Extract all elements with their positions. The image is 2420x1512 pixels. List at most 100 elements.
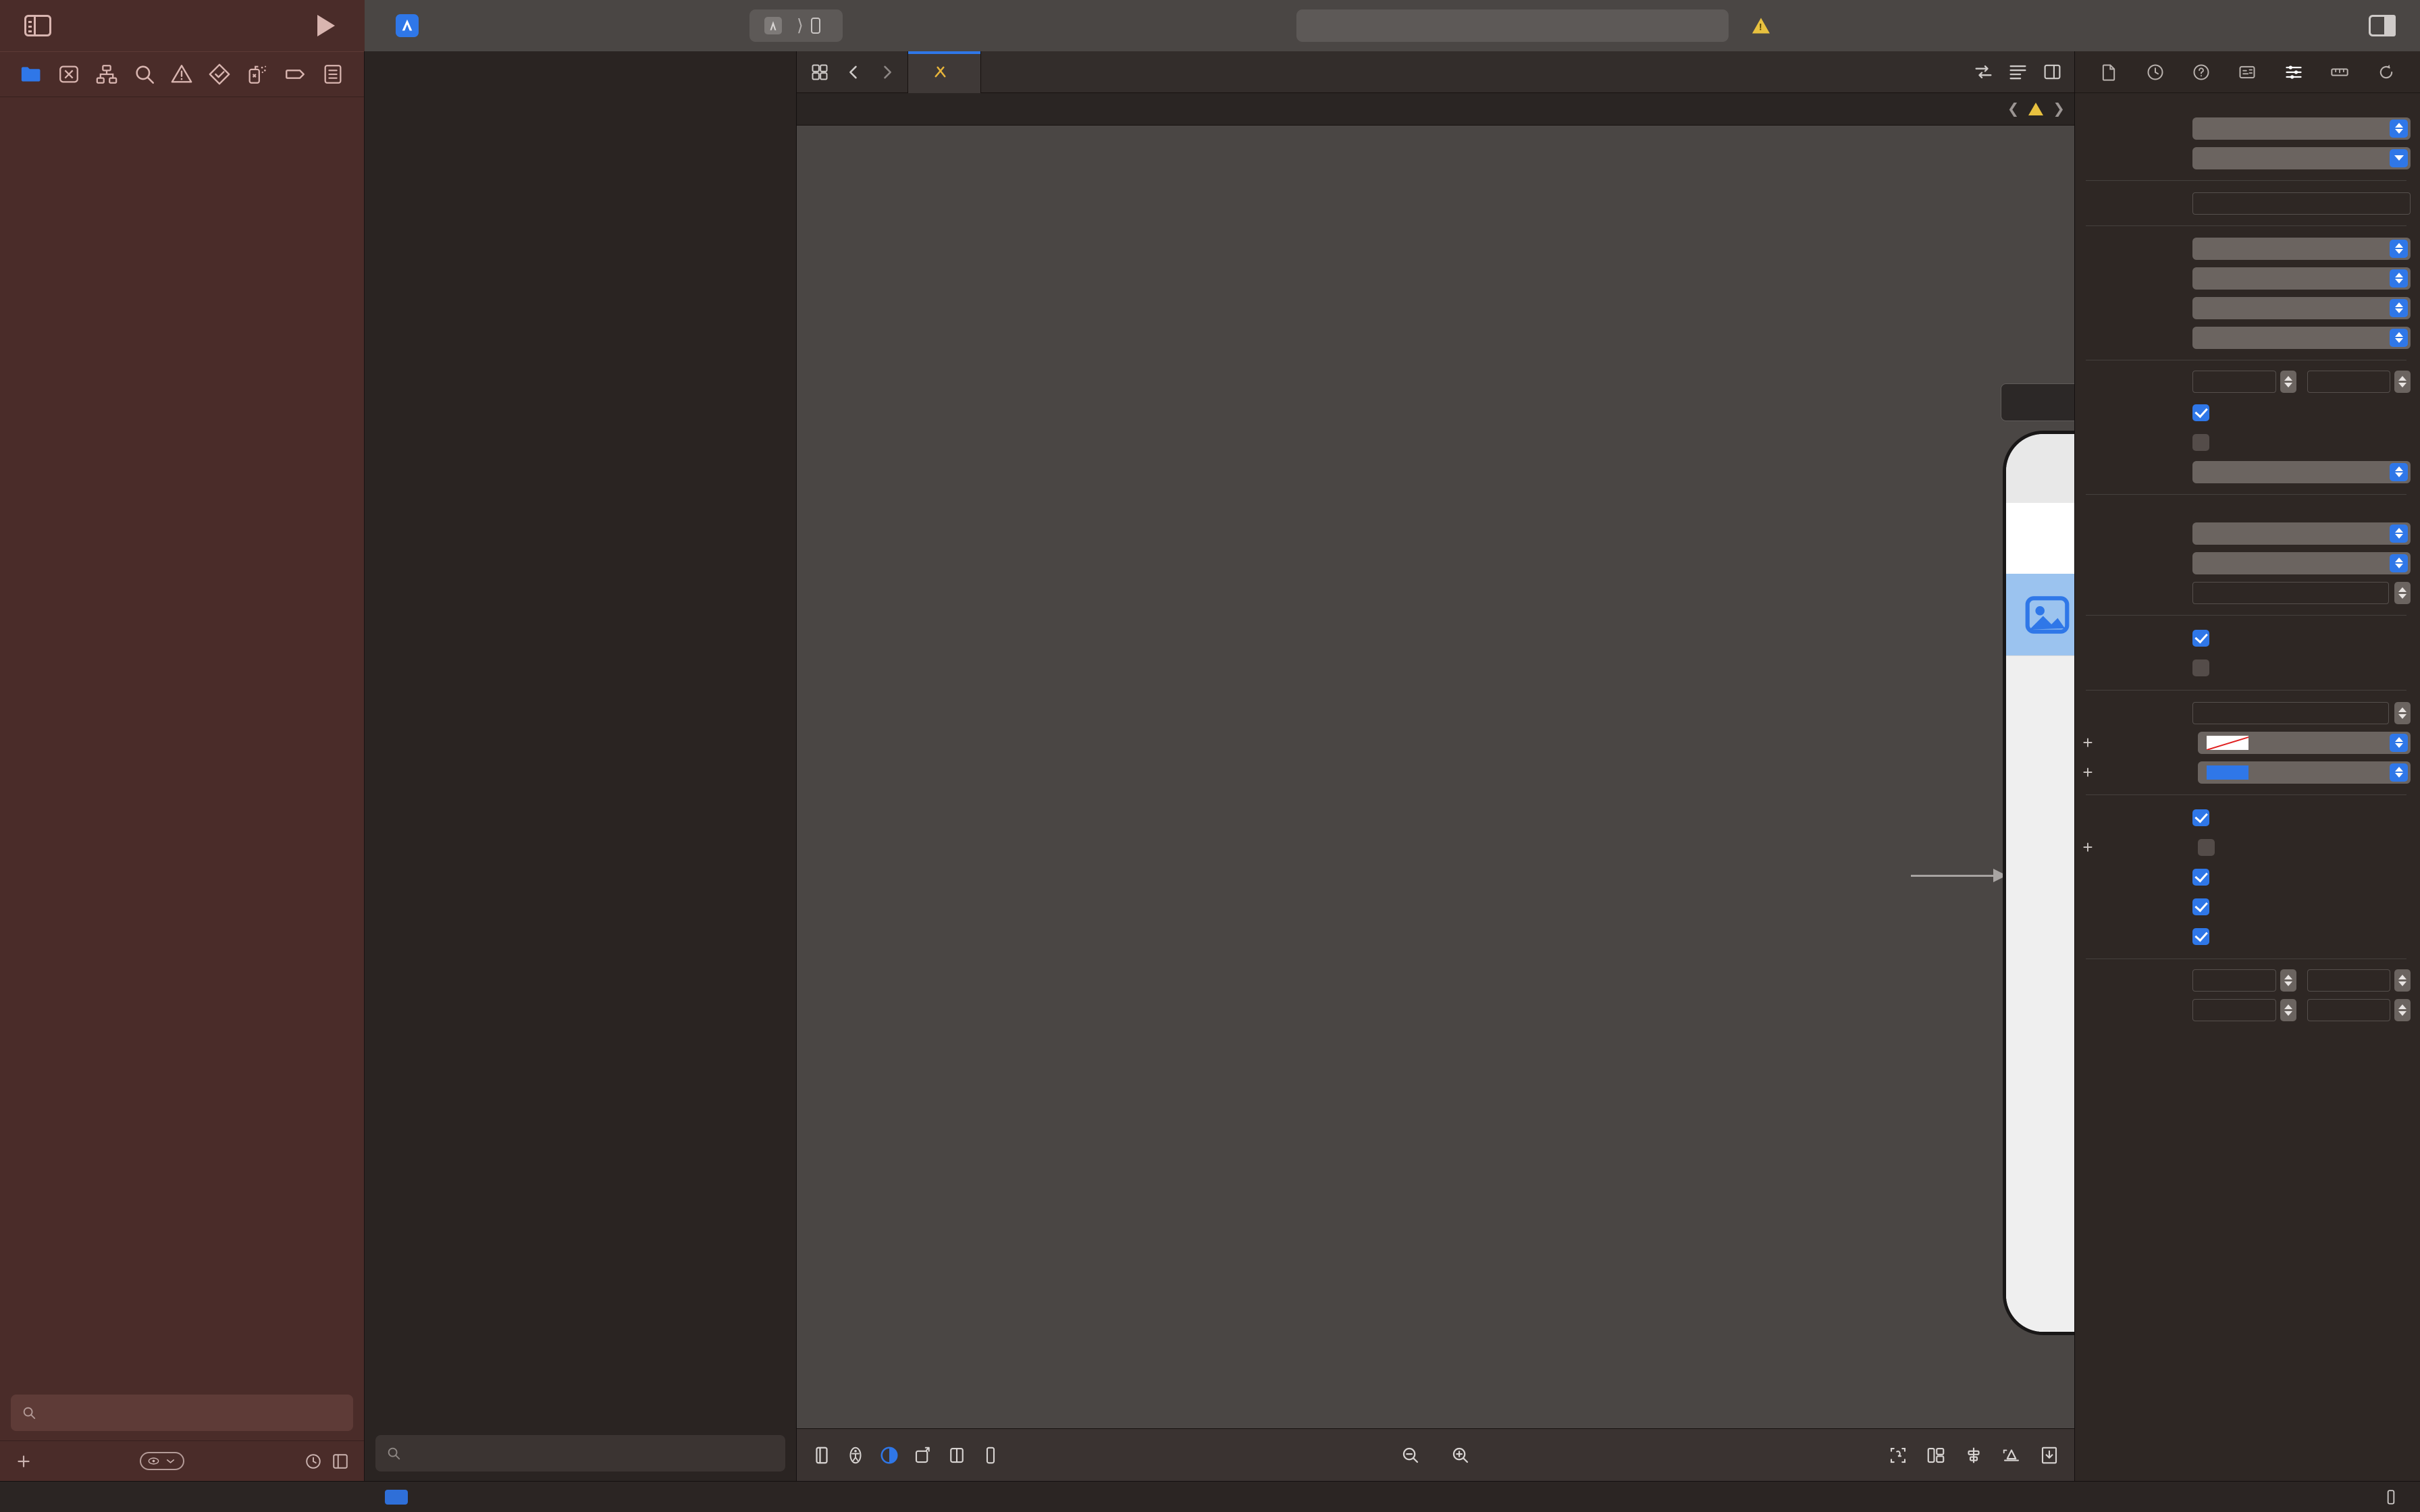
editing-accessory-popup[interactable]	[2192, 296, 2411, 319]
alpha-stepper[interactable]	[2394, 701, 2411, 724]
indentation-level-stepper[interactable]	[2280, 370, 2296, 393]
appearance-toggle-icon[interactable]	[879, 1445, 899, 1465]
indentation-level-field[interactable]	[2192, 370, 2276, 393]
sidebar-tab-project-navigator[interactable]	[16, 61, 47, 88]
toggle-navigator-icon[interactable]	[24, 15, 51, 36]
clears-graphics-checkbox[interactable]	[2192, 868, 2209, 886]
clips-bounds-checkbox[interactable]	[2192, 898, 2209, 915]
editor-tab-main-base[interactable]	[908, 51, 981, 93]
style-popup[interactable]	[2192, 117, 2411, 140]
hidden-checkbox-row[interactable]	[2198, 835, 2222, 859]
add-tint-variation-button[interactable]: +	[2079, 763, 2097, 781]
device-preview[interactable]: i ›	[2003, 431, 2074, 1335]
zoom-out-icon[interactable]	[1400, 1445, 1421, 1465]
sidebar-tab-find-navigator[interactable]	[129, 61, 160, 88]
split-view-icon[interactable]	[947, 1445, 967, 1465]
stretching-y-stepper[interactable]	[2394, 969, 2411, 992]
content-mode-popup[interactable]	[2192, 522, 2411, 545]
identifier-field[interactable]	[2192, 192, 2411, 215]
next-issue-button[interactable]: ❯	[2053, 101, 2065, 117]
device-size-icon[interactable]	[980, 1445, 1001, 1465]
add-constraints-icon[interactable]	[2001, 1445, 2022, 1465]
stretching-width-stepper[interactable]	[2280, 998, 2296, 1021]
image-combo[interactable]	[2192, 146, 2411, 169]
alpha-field[interactable]	[2192, 701, 2389, 724]
assistant-editor-icon[interactable]	[2043, 62, 2062, 82]
user-interaction-checkbox[interactable]	[2192, 629, 2209, 647]
rotate-device-icon[interactable]	[913, 1445, 933, 1465]
navigate-forward-button[interactable]	[874, 59, 901, 86]
sidebar-tab-debug-navigator[interactable]	[242, 61, 273, 88]
selection-popup[interactable]	[2192, 237, 2411, 260]
connections-inspector-tab[interactable]	[2372, 59, 2400, 85]
multiple-touch-checkbox[interactable]	[2192, 659, 2209, 676]
device-orientation-icon[interactable]	[812, 1445, 832, 1465]
plus-icon[interactable]	[15, 1453, 32, 1470]
stretching-width-field[interactable]	[2192, 998, 2276, 1021]
size-inspector-tab[interactable]	[2325, 59, 2354, 85]
toggle-inspector-icon[interactable]	[2369, 15, 2396, 36]
warning-icon[interactable]	[2028, 103, 2044, 115]
shows-reorder-checkbox[interactable]	[2192, 433, 2209, 451]
add-hidden-variation-button[interactable]: +	[2079, 838, 2097, 856]
align-icon[interactable]	[1964, 1445, 1984, 1465]
add-background-variation-button[interactable]: +	[2079, 734, 2097, 751]
separator-inset-popup[interactable]	[2192, 460, 2411, 483]
adjust-editor-icon[interactable]	[1974, 62, 1993, 82]
attributes-inspector-tab[interactable]	[2280, 59, 2308, 85]
background-color-popup[interactable]	[2198, 731, 2411, 754]
tint-color-popup[interactable]	[2198, 761, 2411, 784]
prototype-cell[interactable]: i ›	[2006, 574, 2074, 656]
accessibility-icon[interactable]	[845, 1445, 866, 1465]
navigator-filter-field[interactable]	[11, 1395, 353, 1431]
opaque-checkbox[interactable]	[2192, 809, 2209, 826]
autoresize-checkbox[interactable]	[2192, 927, 2209, 945]
sidebar-tab-test-navigator[interactable]	[204, 61, 235, 88]
code-review-icon[interactable]	[2008, 62, 2028, 82]
clips-bounds-checkbox-row[interactable]	[2192, 894, 2217, 919]
quick-help-inspector-tab[interactable]	[2187, 59, 2215, 85]
filter-toggle-pill[interactable]	[139, 1452, 184, 1470]
accessory-popup[interactable]	[2192, 267, 2411, 290]
embed-in-icon[interactable]	[1926, 1445, 1946, 1465]
indent-while-editing-checkbox-row[interactable]	[2192, 400, 2217, 425]
sidebar-tab-source-control-navigator[interactable]	[53, 61, 84, 88]
toggle-document-outline-button[interactable]	[806, 59, 833, 86]
opaque-checkbox-row[interactable]	[2192, 805, 2217, 830]
semantic-popup[interactable]	[2192, 551, 2411, 574]
resolve-issues-icon[interactable]	[2039, 1445, 2059, 1465]
sidebar-tab-symbol-navigator[interactable]	[91, 61, 122, 88]
identity-inspector-tab[interactable]	[2233, 59, 2261, 85]
hidden-checkbox[interactable]	[2198, 838, 2215, 856]
navigate-back-button[interactable]	[840, 59, 867, 86]
run-button-icon[interactable]	[317, 15, 335, 36]
outline-filter-field[interactable]	[375, 1435, 785, 1472]
indentation-width-stepper[interactable]	[2394, 370, 2411, 393]
zoom-in-icon[interactable]	[1450, 1445, 1471, 1465]
warning-indicator[interactable]	[1752, 18, 1775, 34]
activity-status-bar[interactable]	[1296, 9, 1729, 42]
sidebar-tab-issue-navigator[interactable]	[166, 61, 197, 88]
shows-reorder-checkbox-row[interactable]	[2192, 430, 2217, 454]
clock-icon[interactable]	[305, 1453, 322, 1470]
sidebar-tab-report-navigator[interactable]	[317, 61, 348, 88]
autoresize-checkbox-row[interactable]	[2192, 924, 2217, 948]
device-preview-icon[interactable]	[2382, 1488, 2400, 1506]
stretching-height-field[interactable]	[2307, 998, 2390, 1021]
source-control-badge-icon[interactable]	[332, 1453, 349, 1470]
stretching-height-stepper[interactable]	[2394, 998, 2411, 1021]
focus-style-popup[interactable]	[2192, 326, 2411, 349]
history-inspector-tab[interactable]	[2141, 59, 2169, 85]
multiple-touch-checkbox-row[interactable]	[2192, 655, 2217, 680]
indent-while-editing-checkbox[interactable]	[2192, 404, 2209, 421]
interface-builder-canvas[interactable]: i ›	[797, 126, 2074, 1428]
clears-graphics-checkbox-row[interactable]	[2192, 865, 2217, 889]
cell-image-view[interactable]	[2006, 574, 2074, 655]
project-file-list[interactable]	[0, 97, 364, 1395]
indentation-width-field[interactable]	[2307, 370, 2390, 393]
scheme-destination-picker[interactable]: ⟩	[749, 9, 843, 42]
previous-issue-button[interactable]: ❮	[2007, 101, 2020, 117]
stretching-x-field[interactable]	[2192, 969, 2276, 992]
file-inspector-tab[interactable]	[2095, 59, 2123, 85]
document-outline-list[interactable]	[365, 97, 796, 1435]
